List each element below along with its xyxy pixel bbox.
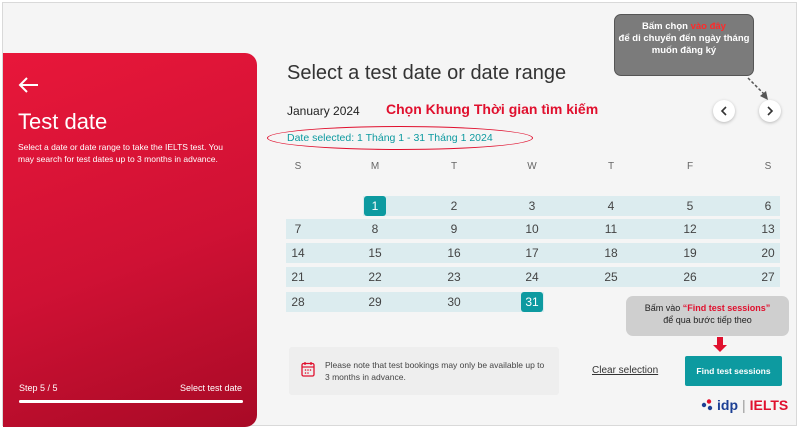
selected-range-band <box>286 292 544 312</box>
calendar-day[interactable]: 16 <box>443 243 465 263</box>
callout-bottom-highlight: “Find test sessions” <box>682 303 771 313</box>
calendar-day[interactable]: 28 <box>287 292 309 312</box>
clear-selection-link[interactable]: Clear selection <box>592 365 658 376</box>
callout-top-post: để di chuyển đến ngày tháng muốn đăng ký <box>618 33 750 56</box>
callout-bottom-post: để qua bước tiếp theo <box>663 315 752 325</box>
weekday-header: W <box>527 161 537 172</box>
month-label: January 2024 <box>287 104 360 118</box>
calendar-day[interactable]: 10 <box>521 219 543 239</box>
calendar-day[interactable]: 12 <box>679 219 701 239</box>
calendar-day[interactable]: 4 <box>600 196 622 216</box>
calendar-day[interactable]: 31 <box>521 292 543 312</box>
annotation-search-range: Chọn Khung Thời gian tìm kiếm <box>386 101 599 117</box>
step-counter: Step 5 / 5 <box>19 383 58 393</box>
weekday-header: T <box>607 161 615 172</box>
notice-box: Please note that test bookings may only … <box>289 347 559 395</box>
selected-range-band <box>363 196 780 216</box>
notice-text: Please note that test bookings may only … <box>325 360 545 382</box>
progress-bar <box>19 400 243 403</box>
weekday-header: S <box>764 161 772 172</box>
calendar-day[interactable]: 22 <box>364 267 386 287</box>
logo-separator: | <box>742 397 746 413</box>
annotation-ellipse <box>267 126 533 150</box>
calendar-day[interactable]: 26 <box>679 267 701 287</box>
step-label: Select test date <box>179 383 242 393</box>
calendar-day[interactable]: 8 <box>364 219 386 239</box>
calendar-day[interactable]: 18 <box>600 243 622 263</box>
calendar-day[interactable]: 19 <box>679 243 701 263</box>
weekday-header: M <box>370 161 380 172</box>
panel-description: Select a date or date range to take the … <box>18 142 223 164</box>
annotation-callout-top: Bấm chọn vào đây để di chuyển đến ngày t… <box>614 14 754 76</box>
calendar-day[interactable]: 25 <box>600 267 622 287</box>
panel-title: Test date <box>18 109 108 134</box>
calendar-day[interactable]: 5 <box>679 196 701 216</box>
calendar-day[interactable]: 14 <box>287 243 309 263</box>
calendar-day[interactable]: 1 <box>364 196 386 216</box>
left-panel: Test date Select a date or date range to… <box>3 53 257 427</box>
progress-bar-fill <box>19 400 243 403</box>
idp-ielts-logo: idp | IELTS <box>701 395 788 415</box>
calendar-day[interactable]: 29 <box>364 292 386 312</box>
chevron-right-icon <box>767 106 774 116</box>
back-arrow-icon[interactable] <box>17 75 41 95</box>
chevron-left-icon <box>720 106 727 116</box>
calendar-day[interactable]: 24 <box>521 267 543 287</box>
weekday-header: S <box>294 161 302 172</box>
calendar-day[interactable]: 27 <box>757 267 779 287</box>
prev-month-button[interactable] <box>713 100 735 122</box>
calendar-day[interactable]: 21 <box>287 267 309 287</box>
calendar-day[interactable]: 15 <box>364 243 386 263</box>
calendar-day[interactable]: 2 <box>443 196 465 216</box>
calendar-day[interactable]: 23 <box>443 267 465 287</box>
calendar-day[interactable]: 11 <box>600 219 622 239</box>
calendar-day[interactable]: 30 <box>443 292 465 312</box>
callout-pointer-arrow-icon <box>747 77 768 100</box>
calendar-day[interactable]: 20 <box>757 243 779 263</box>
calendar-day[interactable]: 7 <box>287 219 309 239</box>
calendar-day[interactable]: 13 <box>757 219 779 239</box>
callout-top-pre: Bấm chọn <box>642 21 691 32</box>
idp-logo-icon <box>701 399 713 411</box>
logo-idp-text: idp <box>717 397 738 413</box>
callout-bottom-pre: Bấm vào <box>644 303 683 313</box>
weekday-header: F <box>686 161 694 172</box>
find-test-sessions-button[interactable]: Find test sessions <box>685 356 782 386</box>
logo-ielts-text: IELTS <box>749 397 789 413</box>
calendar-day[interactable]: 6 <box>757 196 779 216</box>
weekday-header: T <box>450 161 458 172</box>
calendar-day[interactable]: 17 <box>521 243 543 263</box>
page-title: Select a test date or date range <box>287 62 567 84</box>
down-arrow-icon <box>713 337 727 352</box>
calendar-day[interactable]: 9 <box>443 219 465 239</box>
annotation-callout-bottom: Bấm vào “Find test sessions” để qua bước… <box>626 296 789 336</box>
calendar-icon <box>301 362 315 377</box>
calendar-day[interactable]: 3 <box>521 196 543 216</box>
callout-top-highlight: vào đây <box>690 21 726 32</box>
